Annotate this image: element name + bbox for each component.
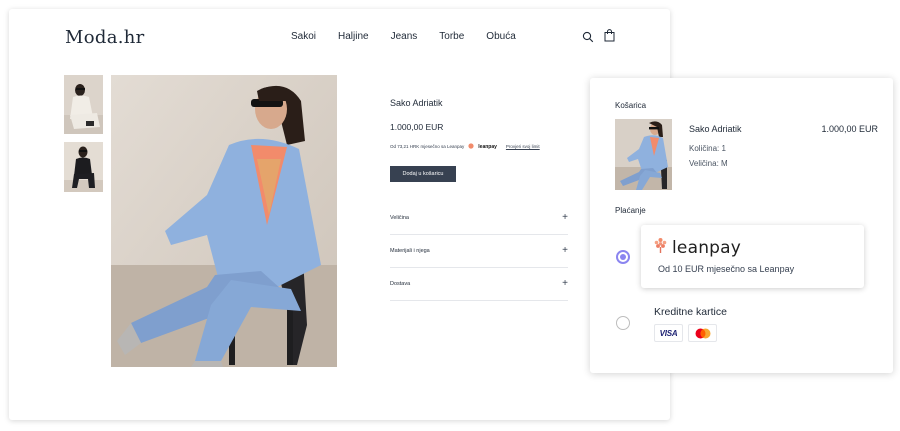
check-limit-link[interactable]: Provjeri svoj limit bbox=[506, 144, 540, 149]
add-to-cart-button[interactable]: Dodaj u košaricu bbox=[390, 166, 456, 182]
nav-item-haljine[interactable]: Haljine bbox=[338, 31, 369, 42]
nav-item-jeans[interactable]: Jeans bbox=[391, 31, 418, 42]
accordion-size[interactable]: Veličina + bbox=[390, 202, 568, 235]
checkout-panel: Košarica Sako Adriatik 1.000,00 EUR Koli… bbox=[590, 78, 893, 373]
nav-item-sakoi[interactable]: Sakoi bbox=[291, 31, 316, 42]
leanpay-logo: leanpay bbox=[653, 237, 741, 259]
cart-item-price: 1.000,00 EUR bbox=[821, 124, 878, 134]
plus-icon[interactable]: + bbox=[562, 246, 568, 256]
cart-item-size: Veličina: M bbox=[689, 159, 728, 168]
credit-card-title[interactable]: Kreditne kartice bbox=[654, 306, 727, 318]
payment-heading: Plaćanje bbox=[615, 206, 646, 215]
cart-item-image bbox=[615, 119, 672, 190]
leanpay-description: Od 10 EUR mjesečno sa Leanpay bbox=[658, 264, 795, 274]
leanpay-tree-icon bbox=[653, 237, 668, 259]
main-nav: Sakoi Haljine Jeans Torbe Obuća bbox=[291, 31, 538, 42]
leanpay-option-card[interactable]: leanpay Od 10 EUR mjesečno sa Leanpay bbox=[641, 225, 864, 288]
leanpay-mini-icon bbox=[468, 143, 474, 150]
shop-window: Moda.hr Sakoi Haljine Jeans Torbe Obuća bbox=[9, 9, 670, 420]
nav-item-torbe[interactable]: Torbe bbox=[439, 31, 464, 42]
installment-text: Od 73,21 HRK mjesečno sa Leanpay bbox=[390, 144, 465, 149]
plus-icon[interactable]: + bbox=[562, 279, 568, 289]
shopping-bag-icon[interactable] bbox=[604, 29, 615, 47]
cart-item-quantity: Količina: 1 bbox=[689, 144, 726, 153]
installment-info: Od 73,21 HRK mjesečno sa Leanpay leanpay… bbox=[390, 143, 540, 150]
accordion-label: Veličina bbox=[390, 215, 409, 221]
credit-card-radio[interactable] bbox=[616, 316, 630, 330]
cart-item-name: Sako Adriatik bbox=[689, 124, 742, 134]
search-icon[interactable] bbox=[582, 30, 594, 48]
product-title: Sako Adriatik bbox=[390, 98, 443, 108]
nav-item-obuca[interactable]: Obuća bbox=[486, 31, 515, 42]
mastercard-icon bbox=[688, 324, 717, 342]
plus-icon[interactable]: + bbox=[562, 213, 568, 223]
cart-heading: Košarica bbox=[615, 101, 647, 110]
accordion-label: Materijali i njega bbox=[390, 248, 430, 254]
accordion-label: Dostava bbox=[390, 281, 411, 287]
visa-icon: VISA bbox=[654, 324, 683, 342]
product-thumbnail[interactable] bbox=[64, 75, 103, 134]
product-main-image bbox=[111, 75, 337, 367]
accordion-delivery[interactable]: Dostava + bbox=[390, 268, 568, 301]
leanpay-wordmark: leanpay bbox=[672, 238, 742, 258]
leanpay-mini-logo: leanpay bbox=[478, 143, 497, 150]
product-price: 1.000,00 EUR bbox=[390, 122, 444, 132]
visa-label: VISA bbox=[659, 328, 678, 338]
site-logo[interactable]: Moda.hr bbox=[65, 27, 145, 48]
leanpay-radio[interactable] bbox=[616, 250, 630, 264]
accordion-materials[interactable]: Materijali i njega + bbox=[390, 235, 568, 268]
product-thumbnail[interactable] bbox=[64, 142, 103, 192]
